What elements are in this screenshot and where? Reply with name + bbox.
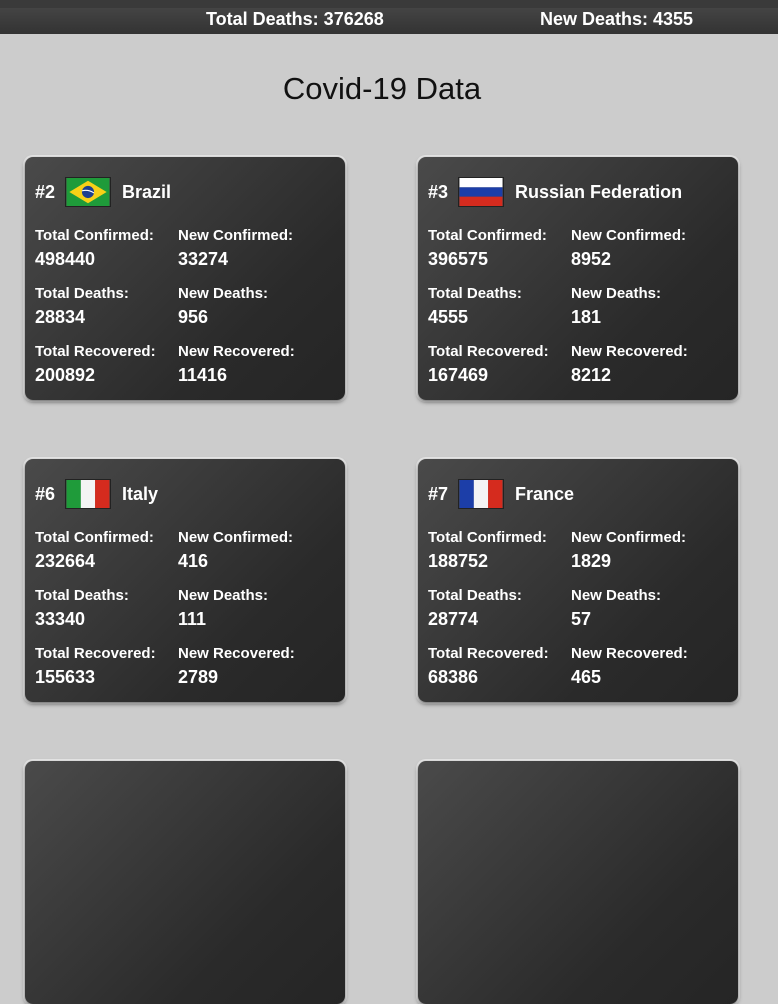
country-rank: #7 [428,483,449,504]
total-confirmed-value: 396575 [428,249,489,269]
country-name: Italy [122,483,159,504]
country-rank: #6 [35,483,56,504]
country-name: Russian Federation [515,181,683,202]
new-recovered-label: New Recovered: [178,343,295,360]
total-deaths-value: 33340 [35,609,86,629]
italy-flag-icon [65,479,112,509]
global-new-deaths: New Deaths: 4355 [540,9,694,29]
total-recovered-value: 167469 [428,365,489,385]
total-confirmed-label: Total Confirmed: [35,227,154,244]
country-card-italy[interactable]: #6 Italy Total Confirmed: 232664 New Conf… [25,459,345,702]
new-deaths-label: New Deaths: [571,587,662,604]
country-rank: #2 [35,181,56,202]
total-confirmed-value: 232664 [35,551,96,571]
new-confirmed-value: 33274 [178,249,229,269]
total-deaths-value: 4555 [428,307,469,327]
country-rank: #3 [428,181,449,202]
total-recovered-label: Total Recovered: [35,343,156,360]
country-card-russia[interactable]: #3 Russian Federation Total Confirmed: 39… [418,157,738,400]
new-confirmed-label: New Confirmed: [571,227,687,244]
new-confirmed-label: New Confirmed: [178,227,294,244]
country-card-partial[interactable] [418,761,738,1004]
new-recovered-value: 2789 [178,667,219,687]
country-card-france[interactable]: #7 France Total Confirmed: 188752 New Con… [418,459,738,702]
page-title: Covid-19 Data [282,70,482,106]
total-recovered-value: 200892 [35,365,96,385]
new-recovered-value: 465 [571,667,602,687]
new-confirmed-label: New Confirmed: [178,529,294,546]
new-deaths-label: New Deaths: [571,285,662,302]
new-recovered-label: New Recovered: [571,645,688,662]
total-deaths-label: Total Deaths: [428,285,522,302]
total-recovered-value: 68386 [428,667,479,687]
new-recovered-value: 8212 [571,365,612,385]
top-stats-bar: Total Deaths: 376268 New Deaths: 4355 [0,0,778,34]
new-confirmed-value: 416 [178,551,209,571]
total-confirmed-label: Total Confirmed: [428,529,547,546]
total-confirmed-label: Total Confirmed: [428,227,547,244]
new-deaths-label: New Deaths: [178,587,269,604]
total-confirmed-value: 188752 [428,551,489,571]
country-name: Brazil [122,181,172,202]
new-deaths-value: 57 [571,609,592,629]
france-flag-icon [458,479,505,509]
total-recovered-label: Total Recovered: [428,645,549,662]
total-deaths-label: Total Deaths: [35,285,129,302]
total-confirmed-value: 498440 [35,249,96,269]
total-recovered-label: Total Recovered: [428,343,549,360]
new-recovered-value: 11416 [178,365,228,385]
total-recovered-value: 155633 [35,667,96,687]
new-confirmed-value: 8952 [571,249,612,269]
total-confirmed-label: Total Confirmed: [35,529,154,546]
russia-flag-icon [458,177,505,207]
total-recovered-label: Total Recovered: [35,645,156,662]
total-deaths-value: 28834 [35,307,86,327]
country-card-brazil[interactable]: #2 Brazil Total Confirmed: 498440 New Con… [25,157,345,400]
new-confirmed-value: 1829 [571,551,612,571]
global-total-deaths: Total Deaths: 376268 [206,9,384,29]
country-card-partial[interactable] [25,761,345,1004]
total-deaths-value: 28774 [428,609,479,629]
new-deaths-value: 181 [571,307,602,327]
total-deaths-label: Total Deaths: [428,587,522,604]
new-confirmed-label: New Confirmed: [571,529,687,546]
new-deaths-value: 956 [178,307,209,327]
new-deaths-label: New Deaths: [178,285,269,302]
new-deaths-value: 111 [178,609,207,629]
new-recovered-label: New Recovered: [178,645,295,662]
new-recovered-label: New Recovered: [571,343,688,360]
country-name: France [515,483,575,504]
total-deaths-label: Total Deaths: [35,587,129,604]
brazil-flag-icon [65,177,112,207]
